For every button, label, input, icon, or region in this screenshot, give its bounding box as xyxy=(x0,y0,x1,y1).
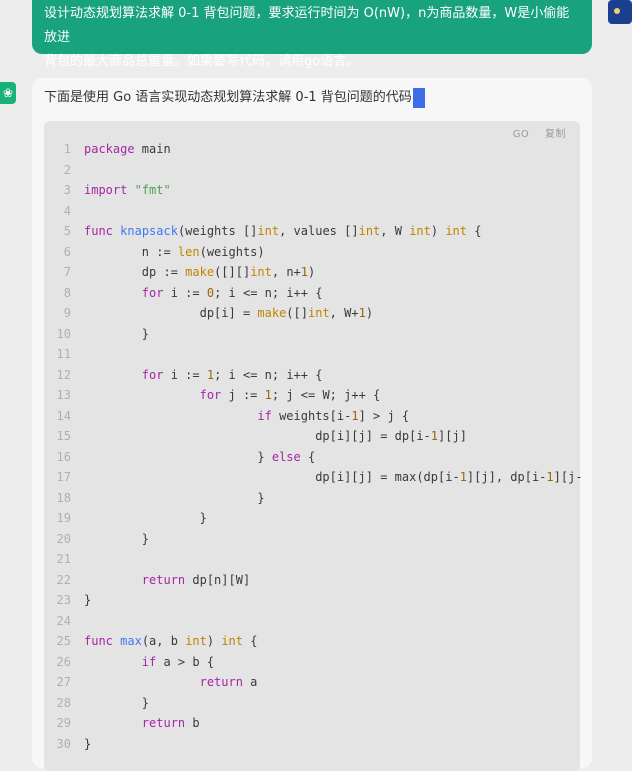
code-line: 9 dp[i] = make([]int, W+1) xyxy=(63,306,374,320)
code-line: 16 } else { xyxy=(56,449,316,464)
code-line: 15 dp[i][j] = dp[i-1][j] xyxy=(56,429,467,443)
code-line: 13 for j := 1; j <= W; j++ { xyxy=(56,388,381,402)
code-line: 29 return b xyxy=(56,716,200,730)
code-line: 19 } xyxy=(56,511,207,525)
assistant-intro-text: 下面是使用 Go 语言实现动态规划算法求解 0-1 背包问题的代码 xyxy=(44,88,425,108)
code-line: 2 xyxy=(63,162,71,177)
code-line: 20 } xyxy=(56,531,150,546)
code-line: 4 xyxy=(63,203,71,218)
code-line: 21 xyxy=(56,552,71,566)
code-line: 14 if weights[i-1] > j { xyxy=(56,408,410,423)
code-line: 24 xyxy=(56,613,71,628)
intro-text: 下面是使用 Go 语言实现动态规划算法求解 0-1 背包问题的代码 xyxy=(44,90,412,105)
code-line: 26 if a > b { xyxy=(56,654,215,669)
code-line: 22 return dp[n][W] xyxy=(56,572,251,587)
typing-cursor xyxy=(412,88,425,108)
code-line: 3 import "fmt" xyxy=(63,183,171,197)
user-message-bubble: 设计动态规划算法求解 0-1 背包问题，要求运行时间为 O(nW)，n为商品数量… xyxy=(32,0,592,69)
code-line: 7 dp := make([][]int, n+1) xyxy=(63,265,316,279)
user-avatar xyxy=(608,0,632,24)
code-line: 12 for i := 1; i <= n; i++ { xyxy=(56,367,323,382)
code-line: 27 return a xyxy=(56,675,258,689)
code-line: 18 } xyxy=(56,490,265,505)
assistant-logo-icon: ❀ xyxy=(0,82,16,104)
code-line: 17 dp[i][j] = max(dp[i-1][j], dp[i-1][j- xyxy=(56,470,583,484)
code-line: 6 n := len(weights) xyxy=(63,244,265,259)
code-block: GO 复制 1 package main 2 3 import "fmt" 4 5f… xyxy=(44,121,583,771)
code-toolbar: GO 复制 xyxy=(501,125,566,140)
code-line: 10 } xyxy=(56,326,150,341)
code-lines: 1 package main 2 3 import "fmt" 4 5 func kn… xyxy=(44,139,583,754)
code-line: 11 xyxy=(56,347,71,361)
code-line: 23} xyxy=(56,593,92,607)
code-line: 1 package main xyxy=(63,142,171,156)
code-line: 30} xyxy=(56,736,92,751)
user-message-line-1: 设计动态规划算法求解 0-1 背包问题，要求运行时间为 O(nW)，n为商品数量… xyxy=(44,6,570,45)
user-message-line-2: 背包的最大商品总重量。如果要写代码，请用go语言。 xyxy=(44,54,360,69)
code-line: 8 for i := 0; i <= n; i++ { xyxy=(63,285,323,300)
code-line: 25 func max(a, b int) int { xyxy=(56,634,258,648)
code-line: 28 } xyxy=(56,695,150,710)
code-line: 5 func knapsack(weights []int, values []i… xyxy=(63,224,482,238)
